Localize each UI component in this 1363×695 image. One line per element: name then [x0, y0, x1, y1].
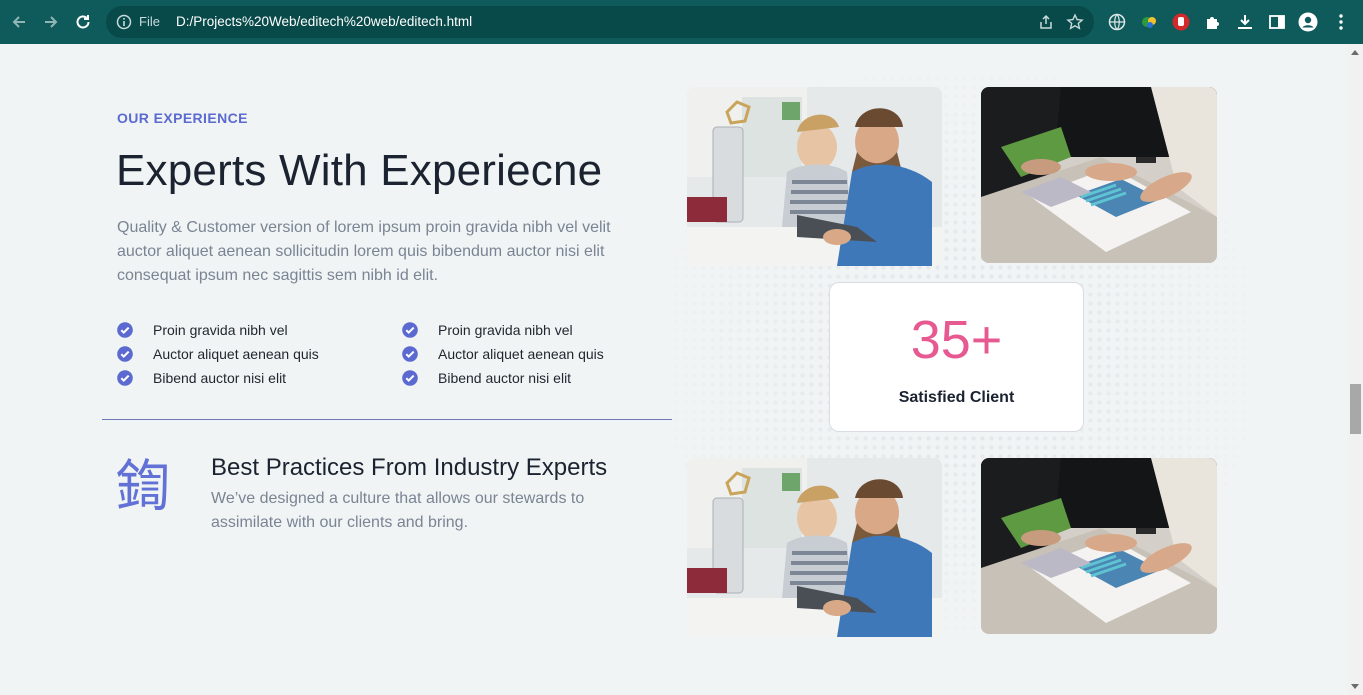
- side-panel-icon[interactable]: [1267, 12, 1287, 32]
- stop-hand-extension-icon[interactable]: [1171, 12, 1191, 32]
- check-badge-icon: [402, 322, 418, 338]
- team-photo-documents-bottom: [981, 458, 1217, 634]
- list-item-label: Auctor aliquet aenean quis: [153, 346, 319, 362]
- list-item: Auctor aliquet aenean quis: [402, 342, 604, 366]
- scrollbar-thumb[interactable]: [1350, 384, 1361, 434]
- list-item-label: Bibend auctor nisi elit: [153, 370, 287, 386]
- address-bar[interactable]: File D:/Projects%20Web/editech%20web/edi…: [106, 6, 1094, 38]
- list-item-label: Proin gravida nibh vel: [153, 322, 288, 338]
- browser-toolbar: File D:/Projects%20Web/editech%20web/edi…: [0, 0, 1363, 44]
- page-content: OUR EXPERIENCE Experts With Experiecne Q…: [0, 44, 1363, 695]
- bookmark-star-icon[interactable]: [1066, 13, 1084, 31]
- list-item-label: Auctor aliquet aenean quis: [438, 346, 604, 362]
- team-photo-computer-bottom: [687, 458, 942, 637]
- list-item: Auctor aliquet aenean quis: [117, 342, 319, 366]
- team-photo-documents-top: [981, 87, 1217, 263]
- reload-icon: [76, 15, 90, 29]
- check-badge-icon: [402, 346, 418, 362]
- feature-text: We’ve designed a culture that allows our…: [211, 490, 585, 531]
- scroll-down-arrow-icon[interactable]: [1351, 684, 1359, 689]
- url-text[interactable]: D:/Projects%20Web/editech%20web/editech.…: [176, 14, 472, 29]
- team-photo-computer-top: [687, 87, 942, 266]
- vertical-scrollbar[interactable]: [1348, 44, 1363, 695]
- list-item: Proin gravida nibh vel: [117, 318, 319, 342]
- section-description: Quality & Customer version of lorem ipsu…: [117, 219, 611, 284]
- arrow-left-icon: [12, 16, 25, 28]
- people-at-computer-image: [687, 458, 942, 637]
- check-badge-icon: [117, 322, 133, 338]
- download-icon[interactable]: [1235, 12, 1255, 32]
- colorful-extension-icon[interactable]: [1139, 12, 1159, 32]
- feature-list-left: Proin gravida nibh vel Auctor aliquet ae…: [117, 318, 319, 390]
- more-menu-icon[interactable]: [1331, 12, 1351, 32]
- list-item-label: Bibend auctor nisi elit: [438, 370, 572, 386]
- practice-icon: 鍧: [115, 455, 171, 520]
- check-badge-icon: [117, 346, 133, 362]
- forward-button[interactable]: [40, 11, 62, 33]
- people-at-computer-image: [687, 87, 942, 266]
- check-badge-icon: [402, 370, 418, 386]
- section-title: Experts With Experiecne: [116, 146, 603, 195]
- profile-avatar-icon[interactable]: [1298, 12, 1318, 32]
- reload-button[interactable]: [72, 11, 94, 33]
- hands-on-documents-image: [981, 458, 1217, 634]
- section-eyebrow: OUR EXPERIENCE: [117, 110, 248, 126]
- info-icon[interactable]: [116, 14, 132, 30]
- list-item-label: Proin gravida nibh vel: [438, 322, 573, 338]
- list-item: Bibend auctor nisi elit: [402, 366, 604, 390]
- list-item: Proin gravida nibh vel: [402, 318, 604, 342]
- list-item: Bibend auctor nisi elit: [117, 366, 319, 390]
- section-divider: [102, 419, 672, 420]
- share-icon[interactable]: [1038, 14, 1054, 30]
- stat-card: 35+ Satisfied Client: [829, 282, 1084, 432]
- back-button[interactable]: [8, 11, 30, 33]
- globe-extension-icon[interactable]: [1107, 12, 1127, 32]
- arrow-right-icon: [45, 16, 58, 28]
- hands-on-documents-image: [981, 87, 1217, 263]
- stat-number: 35+: [910, 310, 1003, 370]
- feature-list-right: Proin gravida nibh vel Auctor aliquet ae…: [402, 318, 604, 390]
- feature-title: Best Practices From Industry Experts: [211, 454, 608, 481]
- scroll-up-arrow-icon[interactable]: [1351, 50, 1359, 55]
- stat-label: Satisfied Client: [898, 389, 1015, 406]
- check-badge-icon: [117, 370, 133, 386]
- puzzle-extensions-icon[interactable]: [1203, 12, 1223, 32]
- scheme-label: File: [139, 14, 160, 29]
